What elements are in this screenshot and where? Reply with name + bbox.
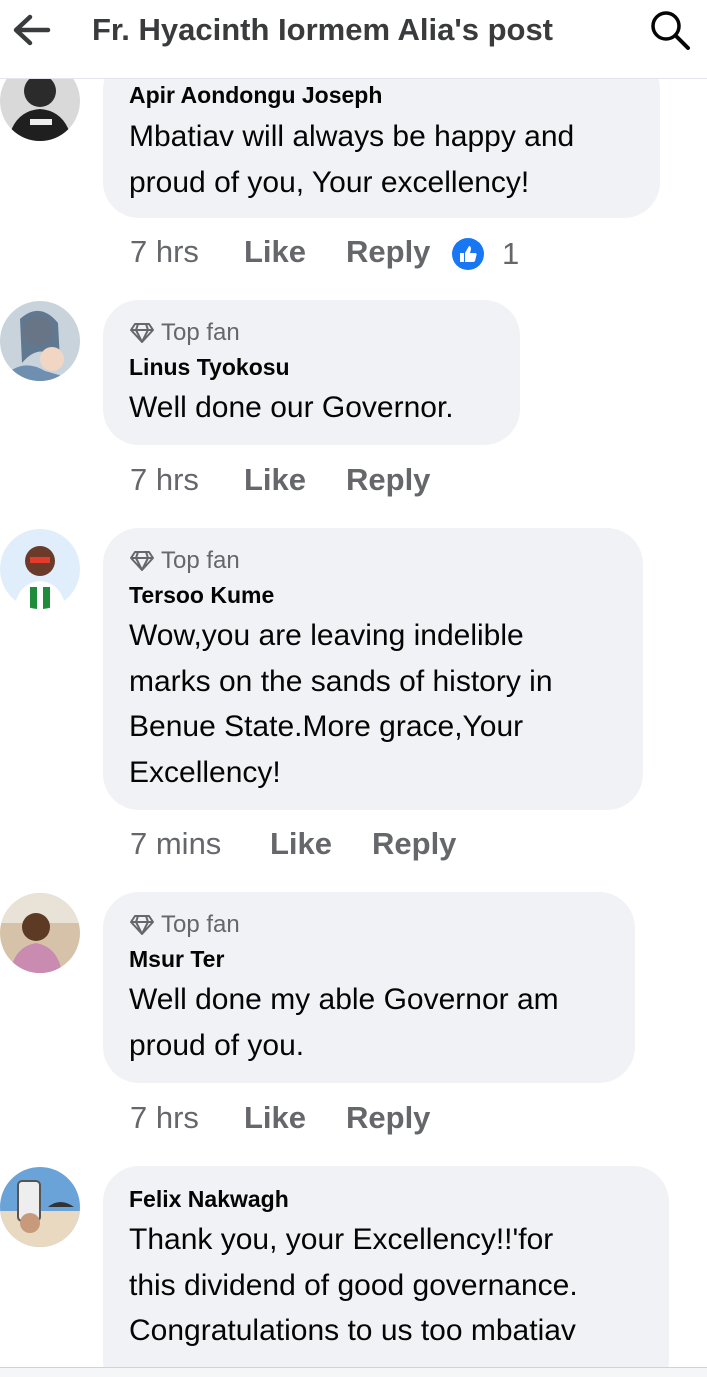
comment-line: Excellency! bbox=[129, 755, 281, 789]
comment-author[interactable]: Tersoo Kume bbox=[129, 582, 274, 609]
reaction-summary[interactable]: 1 bbox=[452, 236, 519, 272]
comment-line: Thank you, your Excellency!!'for bbox=[129, 1223, 554, 1256]
comment-bubble: Top fan Msur Ter Well done my able Gover… bbox=[103, 892, 635, 1083]
comment-bubble: Top fan Tersoo Kume Wow,you are leaving … bbox=[103, 528, 643, 810]
comment-author[interactable]: Apir Aondongu Joseph bbox=[129, 82, 382, 109]
top-fan-badge: Top fan bbox=[129, 911, 240, 939]
like-button[interactable]: Like bbox=[244, 1100, 306, 1136]
comment-time: 7 hrs bbox=[130, 462, 199, 497]
comment-author[interactable]: Msur Ter bbox=[129, 946, 224, 973]
comment-text: Well done my able Governor am proud of y… bbox=[129, 977, 559, 1068]
like-button[interactable]: Like bbox=[270, 826, 332, 862]
top-fan-badge: Top fan bbox=[129, 319, 240, 347]
comment-line: this dividend of good governance. bbox=[129, 1268, 578, 1302]
comment-author[interactable]: Linus Tyokosu bbox=[129, 354, 290, 381]
comment-line: Benue State.More grace,Your bbox=[129, 710, 524, 743]
avatar[interactable] bbox=[0, 529, 80, 609]
comment-text: Well done our Governor. bbox=[129, 385, 454, 431]
comment-author[interactable]: Felix Nakwagh bbox=[129, 1186, 289, 1213]
like-button[interactable]: Like bbox=[244, 462, 306, 498]
avatar[interactable] bbox=[0, 893, 80, 973]
comment-time: 7 hrs bbox=[130, 234, 199, 269]
page-title: Fr. Hyacinth Iormem Alia's post bbox=[92, 12, 554, 47]
top-fan-badge: Top fan bbox=[129, 547, 240, 575]
comment-bubble: Top fan Linus Tyokosu Well done our Gove… bbox=[103, 300, 520, 445]
comment-line: proud of you, Your excellency! bbox=[129, 165, 530, 199]
reply-button[interactable]: Reply bbox=[346, 462, 430, 498]
diamond-icon bbox=[130, 551, 154, 571]
comment-line: Wow,you are leaving indelible bbox=[129, 619, 524, 652]
top-fan-label: Top fan bbox=[161, 911, 240, 938]
comment-time: 7 mins bbox=[130, 826, 222, 861]
reply-button[interactable]: Reply bbox=[346, 1100, 430, 1136]
arrow-left-icon[interactable] bbox=[10, 12, 52, 48]
reply-button[interactable]: Reply bbox=[372, 826, 456, 862]
comment-line: proud of you. bbox=[129, 1028, 305, 1062]
comment-actions: 7 mins Like Reply bbox=[130, 826, 470, 866]
like-button[interactable]: Like bbox=[244, 234, 306, 270]
comment-text: Wow,you are leaving indelible marks on t… bbox=[129, 613, 553, 795]
reply-button[interactable]: Reply bbox=[346, 234, 430, 270]
top-app-bar: Fr. Hyacinth Iormem Alia's post bbox=[0, 0, 707, 79]
top-fan-label: Top fan bbox=[161, 319, 240, 346]
comment-line: Well done my able Governor am bbox=[129, 983, 559, 1016]
comment-line: Mbatiav will always be happy and bbox=[129, 120, 575, 153]
comment-actions: 7 hrs Like Reply bbox=[130, 462, 450, 502]
comment-time: 7 hrs bbox=[130, 1100, 199, 1135]
thumbs-up-icon bbox=[452, 238, 484, 270]
comment-line: marks on the sands of history in bbox=[129, 664, 553, 698]
comment-actions: 7 hrs Like Reply bbox=[130, 1100, 450, 1140]
comment-line: Well done our Governor. bbox=[129, 391, 454, 424]
comment-text: Mbatiav will always be happy and proud o… bbox=[129, 114, 574, 205]
comment-actions: 7 hrs Like Reply 1 bbox=[130, 234, 550, 274]
comment-bubble: Apir Aondongu Joseph Mbatiav will always… bbox=[103, 79, 660, 218]
avatar[interactable] bbox=[0, 301, 80, 381]
diamond-icon bbox=[130, 915, 154, 935]
comment-line: Congratulations to us too mbatiav bbox=[129, 1314, 576, 1347]
avatar[interactable] bbox=[0, 79, 80, 141]
top-fan-label: Top fan bbox=[161, 547, 240, 574]
comment-bubble: Felix Nakwagh Thank you, your Excellency… bbox=[103, 1166, 669, 1367]
comments-list: Apir Aondongu Joseph Mbatiav will always… bbox=[0, 79, 707, 1367]
diamond-icon bbox=[130, 323, 154, 343]
search-icon[interactable] bbox=[648, 8, 692, 52]
reaction-count: 1 bbox=[502, 236, 520, 271]
avatar[interactable] bbox=[0, 1167, 80, 1247]
comment-text: Thank you, your Excellency!!'for this di… bbox=[129, 1217, 578, 1354]
